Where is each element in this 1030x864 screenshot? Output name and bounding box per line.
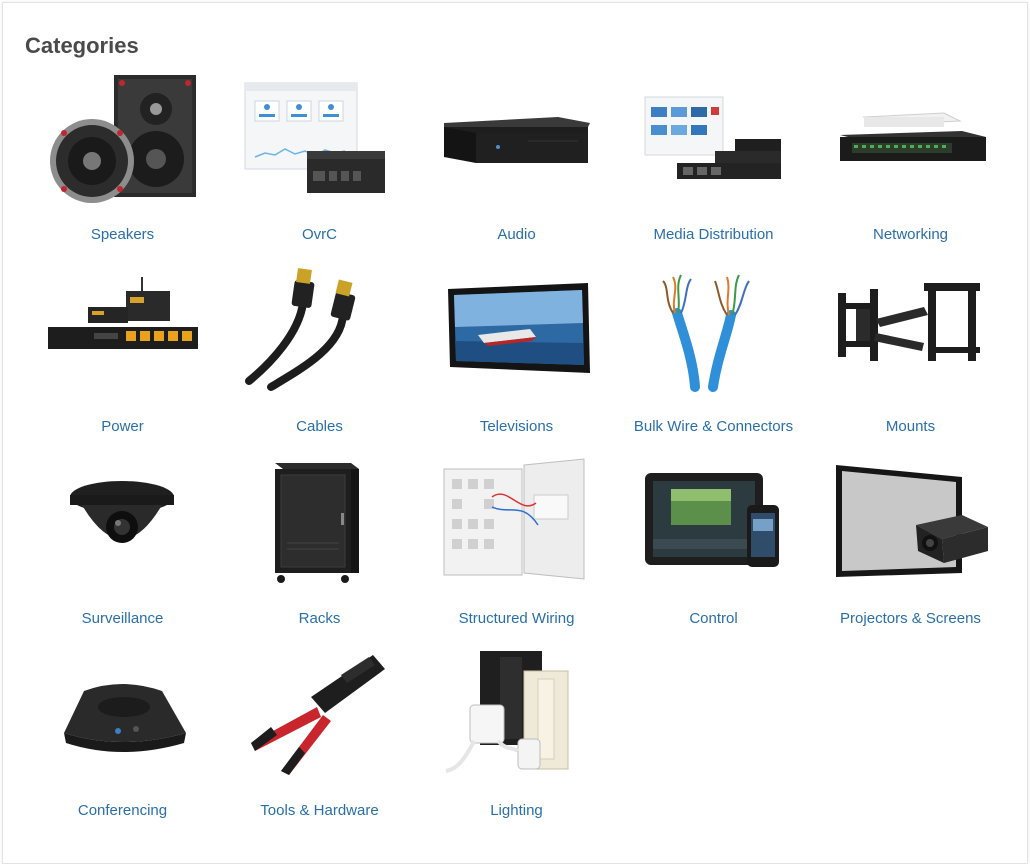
categories-panel: Categories Speakers OvrC Audio Media Dis…: [2, 2, 1028, 864]
category-conferencing[interactable]: Conferencing: [24, 643, 221, 835]
category-label: OvrC: [302, 226, 337, 243]
category-mounts[interactable]: Mounts: [812, 259, 1009, 451]
category-lighting[interactable]: Lighting: [418, 643, 615, 835]
tv-mount-icon: [838, 283, 980, 361]
network-switch-icon: [840, 112, 986, 161]
category-speakers[interactable]: Speakers: [24, 67, 221, 259]
category-power[interactable]: Power: [24, 259, 221, 451]
category-networking[interactable]: Networking: [812, 67, 1009, 259]
audio-amplifier-icon: [444, 117, 590, 163]
bulk-wire-icon: [662, 274, 750, 392]
speaker-icon: [50, 75, 196, 203]
ovrc-icon: [244, 82, 385, 193]
category-label: Mounts: [885, 418, 936, 435]
category-label: Projectors & Screens: [840, 610, 981, 627]
category-label: Media Distribution: [653, 226, 774, 243]
conference-phone-icon: [64, 684, 186, 752]
category-label: Conferencing: [77, 802, 168, 819]
category-label: Surveillance: [81, 610, 164, 627]
category-bulk-wire-connectors[interactable]: Bulk Wire & Connectors: [615, 259, 812, 451]
category-label: Televisions: [479, 418, 554, 435]
category-label: Racks: [298, 610, 341, 627]
category-media-distribution[interactable]: Media Distribution: [615, 67, 812, 259]
category-label: Power: [101, 418, 144, 435]
rack-icon: [275, 463, 359, 583]
category-ovrc[interactable]: OvrC: [221, 67, 418, 259]
category-projectors-screens[interactable]: Projectors & Screens: [812, 451, 1009, 643]
category-label: Tools & Hardware: [260, 802, 379, 819]
wiring-panel-icon: [443, 458, 585, 580]
category-label: Audio: [497, 226, 536, 243]
category-structured-wiring[interactable]: Structured Wiring: [418, 451, 615, 643]
dome-camera-icon: [70, 481, 174, 543]
television-icon: [448, 283, 590, 373]
projector-screen-icon: [836, 465, 988, 577]
tablet-phone-icon: [645, 473, 779, 567]
category-grid: Speakers OvrC Audio Media Distribution N…: [24, 67, 1009, 835]
category-label: Cables: [296, 418, 343, 435]
lighting-icon: [445, 651, 569, 773]
category-label: Networking: [872, 226, 949, 243]
category-control[interactable]: Control: [615, 451, 812, 643]
crimp-tool-icon: [251, 655, 385, 775]
category-label: Structured Wiring: [458, 610, 575, 627]
category-label: Speakers: [90, 226, 155, 243]
page-title: Categories: [25, 33, 139, 58]
category-audio[interactable]: Audio: [418, 67, 615, 259]
category-tools-hardware[interactable]: Tools & Hardware: [221, 643, 418, 835]
hdmi-cable-icon: [245, 268, 356, 391]
category-surveillance[interactable]: Surveillance: [24, 451, 221, 643]
category-cables[interactable]: Cables: [221, 259, 418, 451]
category-televisions[interactable]: Televisions: [418, 259, 615, 451]
category-racks[interactable]: Racks: [221, 451, 418, 643]
power-conditioner-icon: [48, 277, 198, 349]
category-label: Control: [689, 610, 738, 627]
media-distribution-icon: [644, 96, 781, 179]
category-label: Bulk Wire & Connectors: [633, 418, 794, 435]
category-label: Lighting: [490, 802, 543, 819]
